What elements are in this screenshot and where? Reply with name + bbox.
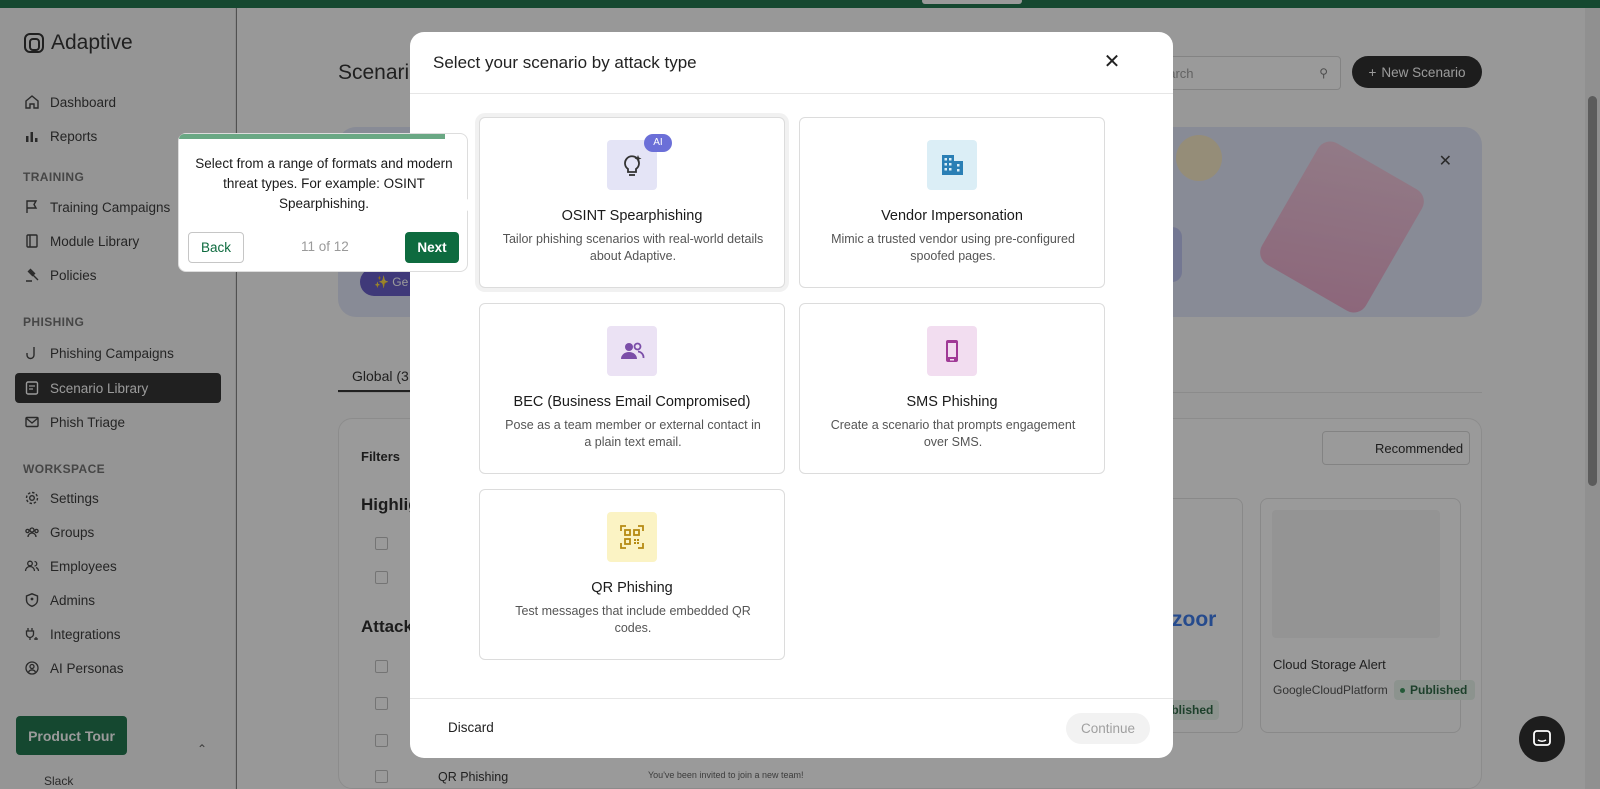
scenario-card-description: Test messages that include embedded QR c… bbox=[515, 604, 751, 635]
modal-title: Select your scenario by attack type bbox=[433, 53, 697, 72]
scenario-card-description: Mimic a trusted vendor using pre-configu… bbox=[831, 232, 1075, 263]
scenario-card-title: OSINT Spearphishing bbox=[561, 208, 703, 224]
tour-popover: Select from a range of formats and moder… bbox=[178, 133, 468, 272]
scenario-card-qr[interactable]: QR Phishing Test messages that include e… bbox=[479, 489, 785, 660]
tour-pointer bbox=[466, 198, 474, 212]
scenario-card-title: Vendor Impersonation bbox=[881, 208, 1023, 224]
tour-next-button[interactable]: Next bbox=[405, 232, 459, 263]
scenario-card-title: QR Phishing bbox=[591, 580, 673, 596]
ai-badge: AI bbox=[644, 134, 672, 152]
tour-step-count: 11 of 12 bbox=[301, 239, 349, 254]
scenario-card-bec[interactable]: BEC (Business Email Compromised) Pose as… bbox=[479, 303, 785, 474]
scenario-card-title: SMS Phishing bbox=[906, 394, 998, 410]
building-icon bbox=[942, 155, 963, 175]
tour-text: Select from a range of formats and moder… bbox=[195, 156, 453, 211]
chat-icon bbox=[1533, 730, 1551, 746]
phone-icon bbox=[946, 340, 958, 362]
tour-back-button[interactable]: Back bbox=[188, 232, 244, 263]
qr-icon bbox=[620, 525, 644, 549]
bec-icon-tile bbox=[607, 326, 657, 376]
scenario-card-description: Pose as a team member or external contac… bbox=[505, 418, 761, 449]
people-icon bbox=[621, 342, 645, 359]
scenario-card-title: BEC (Business Email Compromised) bbox=[513, 394, 751, 410]
modal-divider bbox=[410, 698, 1173, 699]
scenario-card-description: Create a scenario that prompts engagemen… bbox=[830, 418, 1076, 449]
tour-progress-bar bbox=[179, 134, 445, 139]
vendor-icon-tile bbox=[927, 140, 977, 190]
qr-icon-tile bbox=[607, 512, 657, 562]
scenario-type-modal: Select your scenario by attack type ✕ AI… bbox=[410, 32, 1173, 758]
scenario-card-osint[interactable]: AI OSINT Spearphishing Tailor phishing s… bbox=[479, 117, 785, 288]
close-icon[interactable]: ✕ bbox=[1100, 50, 1124, 74]
scenario-card-description: Tailor phishing scenarios with real-worl… bbox=[502, 232, 764, 263]
sms-icon-tile bbox=[927, 326, 977, 376]
discard-button[interactable]: Discard bbox=[448, 720, 494, 735]
scenario-card-sms[interactable]: SMS Phishing Create a scenario that prom… bbox=[799, 303, 1105, 474]
chat-launcher[interactable] bbox=[1519, 716, 1565, 762]
modal-divider bbox=[410, 93, 1173, 94]
bulb-icon bbox=[624, 155, 642, 176]
scenario-card-vendor[interactable]: Vendor Impersonation Mimic a trusted ven… bbox=[799, 117, 1105, 288]
continue-button[interactable]: Continue bbox=[1066, 713, 1150, 744]
